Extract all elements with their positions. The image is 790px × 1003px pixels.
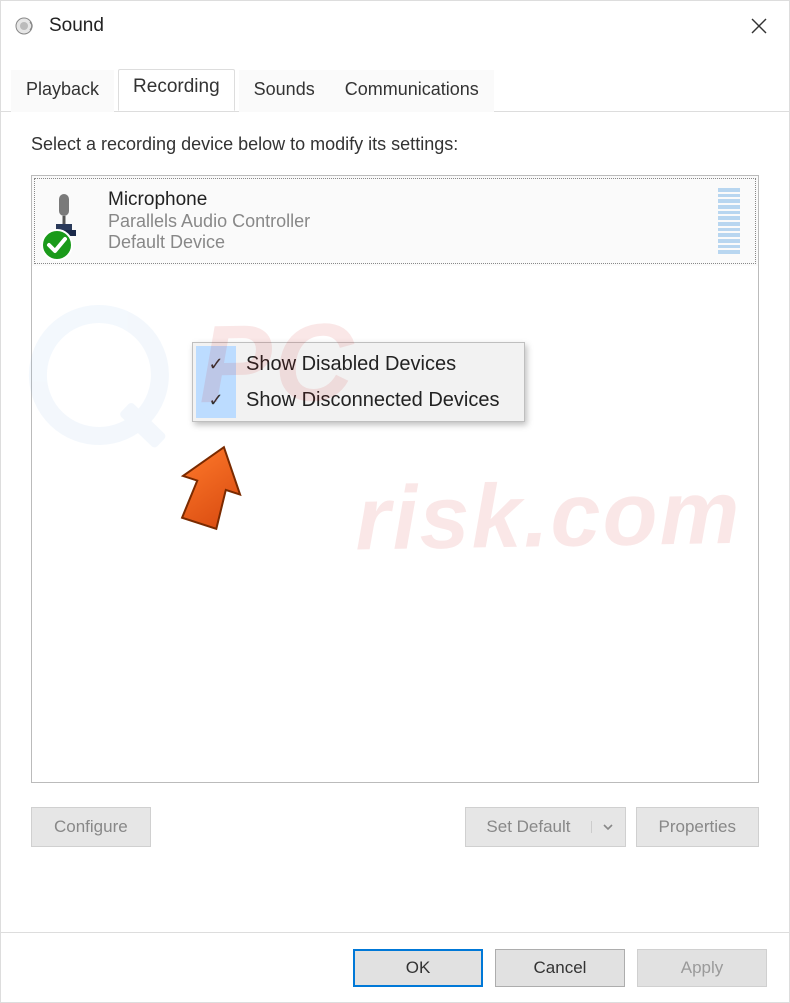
device-item-microphone[interactable]: Microphone Parallels Audio Controller De…	[32, 176, 758, 266]
device-list[interactable]: Microphone Parallels Audio Controller De…	[31, 175, 759, 783]
sound-icon	[15, 15, 37, 37]
device-status: Default Device	[108, 232, 310, 253]
close-button[interactable]	[729, 1, 789, 51]
menu-item-show-disconnected[interactable]: ✓ Show Disconnected Devices	[196, 382, 521, 418]
context-menu: ✓ Show Disabled Devices ✓ Show Disconnec…	[192, 342, 525, 422]
instruction-text: Select a recording device below to modif…	[31, 134, 759, 155]
default-check-icon	[40, 228, 74, 262]
device-driver: Parallels Audio Controller	[108, 211, 310, 232]
menu-gutter: ✓	[196, 346, 236, 382]
tab-playback[interactable]: Playback	[11, 70, 114, 112]
dialog-footer: OK Cancel Apply	[1, 932, 789, 1002]
ok-button[interactable]: OK	[353, 949, 483, 987]
check-icon: ✓	[208, 354, 223, 375]
close-icon	[751, 18, 767, 34]
window-title: Sound	[49, 15, 104, 37]
menu-item-show-disabled[interactable]: ✓ Show Disabled Devices	[196, 346, 521, 382]
apply-button[interactable]: Apply	[637, 949, 767, 987]
menu-item-label: Show Disabled Devices	[246, 353, 456, 376]
recording-tab-panel: Select a recording device below to modif…	[1, 112, 789, 932]
tab-communications[interactable]: Communications	[330, 70, 494, 112]
configure-button[interactable]: Configure	[31, 807, 151, 847]
level-meter	[718, 188, 740, 254]
check-icon: ✓	[208, 390, 223, 411]
cancel-button[interactable]: Cancel	[495, 949, 625, 987]
set-default-button[interactable]: Set Default	[465, 807, 625, 847]
device-name: Microphone	[108, 189, 310, 211]
titlebar: Sound	[1, 1, 789, 51]
microphone-icon	[46, 186, 94, 256]
properties-button[interactable]: Properties	[636, 807, 759, 847]
sound-dialog: Sound Playback Recording Sounds Communic…	[0, 0, 790, 1003]
tabstrip: Playback Recording Sounds Communications	[1, 69, 789, 112]
device-toolbar: Configure Set Default Properties	[31, 807, 759, 847]
chevron-down-icon[interactable]	[591, 821, 625, 833]
tab-sounds[interactable]: Sounds	[239, 70, 330, 112]
tab-recording[interactable]: Recording	[118, 69, 235, 111]
menu-item-label: Show Disconnected Devices	[246, 389, 499, 412]
set-default-label: Set Default	[466, 817, 590, 837]
menu-gutter: ✓	[196, 382, 236, 418]
device-texts: Microphone Parallels Audio Controller De…	[108, 189, 310, 253]
